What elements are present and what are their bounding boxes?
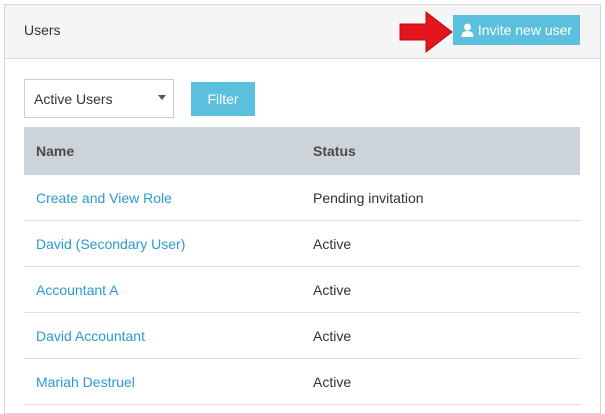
user-status: Active	[313, 373, 352, 390]
chevron-down-icon	[158, 95, 166, 100]
user-name-link[interactable]: Create and View Role	[36, 190, 172, 206]
user-status: Pending invitation	[313, 189, 424, 206]
table-row: David Accountant Active	[24, 313, 580, 359]
user-name-link[interactable]: Accountant A	[36, 282, 119, 298]
page-title: Users	[24, 22, 61, 38]
invite-button-label: Invite new user	[477, 22, 573, 38]
table-row: David (Secondary User) Active	[24, 221, 580, 267]
users-table: Name Status Create and View Role Pending…	[24, 127, 580, 405]
user-status: Active	[313, 235, 352, 252]
filter-button[interactable]: Filter	[191, 82, 255, 116]
filter-button-label: Filter	[207, 91, 239, 107]
column-header-status: Status	[313, 143, 356, 159]
table-row: Mariah Destruel Active	[24, 359, 580, 405]
column-header-name: Name	[36, 143, 75, 159]
user-name-link[interactable]: David (Secondary User)	[36, 236, 185, 252]
table-row: Accountant A Active	[24, 267, 580, 313]
user-status: Active	[313, 327, 352, 344]
user-name-link[interactable]: David Accountant	[36, 328, 145, 344]
user-icon	[461, 23, 474, 37]
user-name-link[interactable]: Mariah Destruel	[36, 374, 135, 390]
table-header: Name Status	[24, 127, 580, 175]
red-arrow-icon	[399, 10, 453, 54]
users-panel: Users Invite new user Active Users Filte…	[4, 4, 601, 414]
select-value: Active Users	[34, 90, 113, 107]
user-status: Active	[313, 281, 352, 298]
user-status-select[interactable]: Active Users	[24, 79, 174, 118]
invite-new-user-button[interactable]: Invite new user	[453, 15, 580, 45]
panel-header: Users Invite new user	[5, 5, 600, 59]
table-row: Create and View Role Pending invitation	[24, 175, 580, 221]
